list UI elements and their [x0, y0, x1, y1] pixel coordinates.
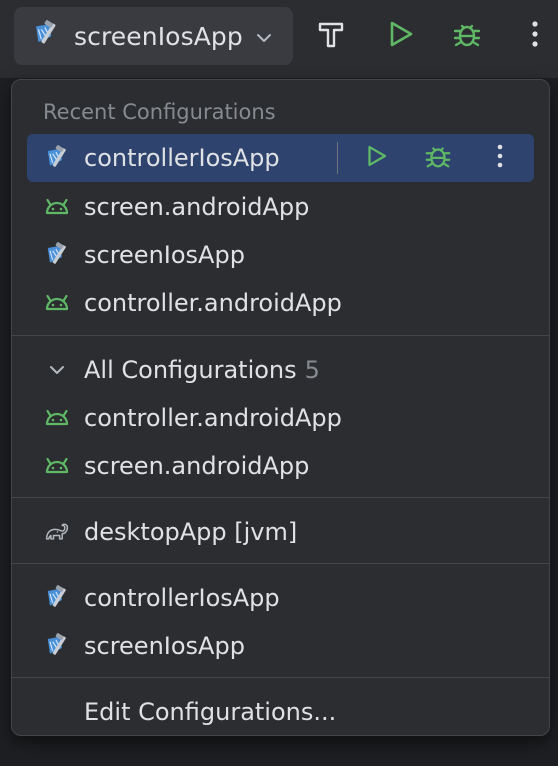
- main-toolbar: screenIosApp: [0, 0, 558, 78]
- xcode-icon: [44, 145, 70, 171]
- more-vertical-icon: [496, 143, 504, 173]
- run-configurations-popup: Recent Configurations controllerIosApp s…: [11, 79, 550, 736]
- divider: [12, 677, 549, 678]
- recent-config-controller-android[interactable]: controller.androidApp: [27, 279, 534, 327]
- row-actions: [337, 134, 534, 182]
- edit-configurations-item[interactable]: Edit Configurations...: [27, 688, 534, 736]
- config-label: desktopApp [jvm]: [84, 518, 298, 546]
- edit-configurations-label: Edit Configurations...: [84, 698, 337, 726]
- all-config-controller-android[interactable]: controller.androidApp: [27, 394, 534, 442]
- run-button[interactable]: [383, 18, 417, 54]
- config-label: screenIosApp: [84, 632, 245, 660]
- xcode-icon: [32, 20, 60, 52]
- config-controller-ios[interactable]: controllerIosApp: [27, 574, 534, 622]
- run-icon: [363, 143, 389, 173]
- divider: [12, 335, 549, 336]
- run-configuration-selector[interactable]: screenIosApp: [14, 7, 293, 65]
- run-icon: [384, 18, 416, 54]
- hammer-icon: [315, 18, 347, 54]
- config-label: controllerIosApp: [84, 584, 280, 612]
- all-configurations-toggle[interactable]: All Configurations 5: [27, 346, 534, 394]
- config-label: screen.androidApp: [84, 452, 310, 480]
- build-button[interactable]: [314, 18, 348, 54]
- all-configurations-label: All Configurations: [84, 356, 297, 384]
- debug-icon: [423, 141, 453, 175]
- config-label: controller.androidApp: [84, 404, 342, 432]
- row-debug-button[interactable]: [418, 138, 458, 178]
- android-icon: [44, 290, 70, 316]
- recent-config-screen-android[interactable]: screen.androidApp: [27, 183, 534, 231]
- config-label: screen.androidApp: [84, 193, 310, 221]
- config-label: controller.androidApp: [84, 289, 342, 317]
- android-icon: [44, 405, 70, 431]
- row-run-button[interactable]: [356, 138, 396, 178]
- all-config-screen-android[interactable]: screen.androidApp: [27, 442, 534, 490]
- xcode-icon: [44, 585, 70, 611]
- divider: [12, 563, 549, 564]
- config-desktop-jvm[interactable]: desktopApp [jvm]: [27, 508, 534, 556]
- android-icon: [44, 453, 70, 479]
- recent-config-controller-ios[interactable]: controllerIosApp: [27, 134, 534, 182]
- selected-config-label: screenIosApp: [74, 21, 243, 51]
- gradle-icon: [44, 519, 70, 545]
- recent-config-screen-ios[interactable]: screenIosApp: [27, 231, 534, 279]
- recent-configurations-title: Recent Configurations: [43, 100, 276, 124]
- android-icon: [44, 194, 70, 220]
- xcode-icon: [44, 633, 70, 659]
- divider: [12, 497, 549, 498]
- config-label: screenIosApp: [84, 241, 245, 269]
- chevron-down-icon: [255, 29, 273, 48]
- all-configurations-count: 5: [304, 356, 320, 384]
- row-more-button[interactable]: [480, 138, 520, 178]
- xcode-icon: [44, 242, 70, 268]
- divider: [337, 142, 338, 174]
- config-label: controllerIosApp: [84, 144, 280, 172]
- config-screen-ios[interactable]: screenIosApp: [27, 622, 534, 670]
- chevron-down-icon: [44, 357, 70, 383]
- more-vertical-icon: [530, 18, 540, 54]
- debug-icon: [451, 18, 483, 54]
- debug-button[interactable]: [450, 18, 484, 54]
- more-button[interactable]: [518, 18, 552, 54]
